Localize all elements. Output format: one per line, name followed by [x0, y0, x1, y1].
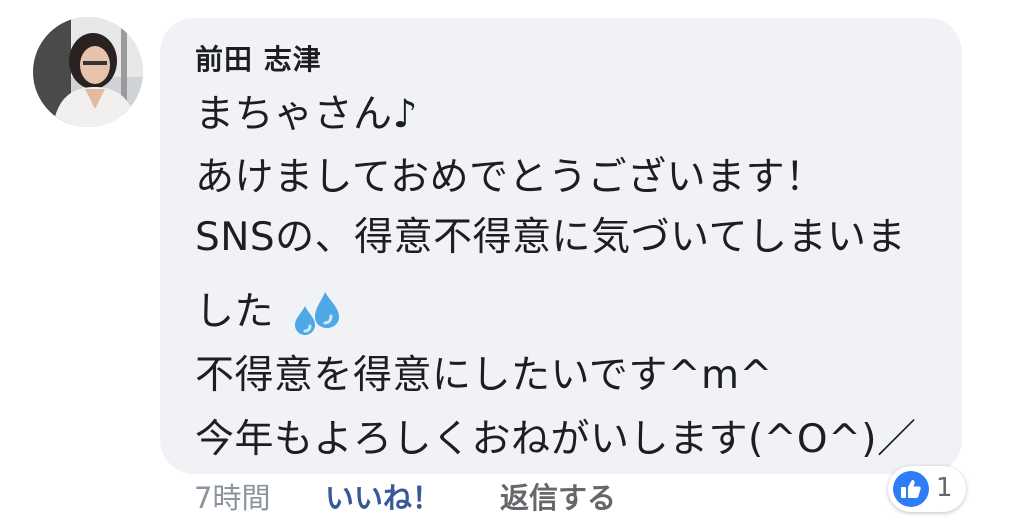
comment-line-4: した — [195, 290, 343, 338]
avatar-photo — [33, 17, 143, 127]
like-button[interactable]: いいね！ — [325, 484, 441, 513]
thumbs-up-badge — [893, 471, 929, 507]
comment-line-5: 不得意を得意にしたいです^m^ — [195, 353, 773, 398]
comment-line-4-text: した — [195, 289, 275, 335]
comment-line-2: あけましておめでとうございます！ — [195, 155, 825, 200]
comment-card: 前田 志津 まちゃさん♪ あけましておめでとうございます！ SNSの、得意不得意… — [0, 0, 1024, 531]
reaction-count: 1 — [936, 473, 953, 503]
avatar[interactable] — [33, 17, 143, 127]
thumbs-up-icon — [901, 480, 921, 498]
reply-button[interactable]: 返信する — [500, 484, 616, 513]
comment-line-6: 今年もよろしくおねがいします(^O^)／ — [195, 417, 917, 462]
sweat-droplets-icon — [294, 292, 339, 335]
comment-line-1: まちゃさん♪ — [195, 92, 418, 137]
comment-author[interactable]: 前田 志津 — [195, 38, 322, 78]
reaction-summary[interactable]: 1 — [888, 466, 966, 512]
comment-timestamp[interactable]: 7時間 — [194, 484, 270, 513]
comment-line-3: SNSの、得意不得意に気づいてしまいま — [195, 215, 907, 260]
